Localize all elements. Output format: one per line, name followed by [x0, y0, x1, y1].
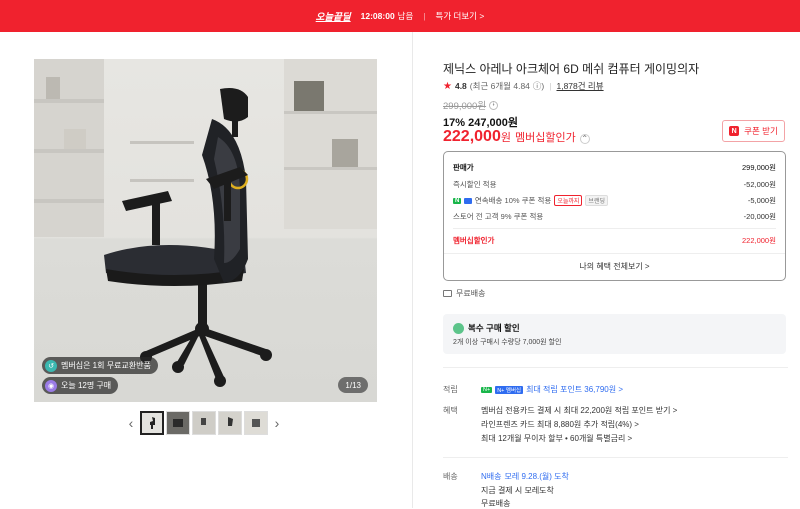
membership-badge: N+ 멤버십: [495, 385, 524, 394]
plus-badge: +: [464, 197, 472, 204]
price-info-icon[interactable]: i: [489, 100, 499, 110]
price-row-value: 299,000원: [741, 163, 776, 172]
delivery-label: 배송: [443, 472, 458, 481]
price-row-label-group: N + 연속배송 10% 쿠폰 적용 오늘까지 브랜딩: [453, 195, 608, 206]
nplus-badge: N+: [481, 386, 493, 393]
price-row-value: -52,000원: [743, 180, 776, 189]
member-price-value: 222,000: [443, 128, 501, 145]
original-price-value: 299,000원: [443, 101, 487, 112]
divider: [443, 367, 788, 368]
chair-illustration: [34, 59, 377, 387]
price-row-label: 멤버십할인가: [453, 236, 495, 245]
rating-row: ★ 4.8 (최근 6개월 4.84 ⓘ) | 1,878건 리뷰: [443, 80, 604, 92]
benefit-lineFriends-link[interactable]: 라인프렌즈 카드 최대 8,880원 추가 적립(4%) >: [481, 419, 639, 430]
reviews-link[interactable]: 1,878건 리뷰: [556, 80, 603, 92]
discount-icon: [453, 322, 464, 334]
rating-divider: |: [549, 81, 552, 91]
more-deals-link[interactable]: 특가 더보기 >: [436, 10, 485, 22]
free-return-text: 멤버십은 1회 무료교환반품: [61, 361, 151, 370]
price-row-store-coupon: 스토어 전 고객 9% 쿠폰 적용 -20,000원: [453, 211, 776, 222]
price-row-label: 연속배송 10% 쿠폰 적용: [474, 196, 552, 205]
today-only-tag: 오늘까지: [554, 195, 583, 206]
thumbnail[interactable]: [192, 411, 216, 435]
price-row-label: 즉시할인 적용: [453, 180, 497, 189]
cart-icon: ◉: [45, 379, 57, 392]
member-price-row[interactable]: 222,000원 멤버십할인가 ⌃: [443, 128, 590, 146]
benefit-installment-link[interactable]: 최대 12개월 무이자 할부 • 60개월 특별금리 >: [481, 433, 632, 444]
price-row-value: -5,000원: [747, 196, 776, 205]
deal-label: 오늘끝딜: [315, 12, 351, 23]
delivery-free: 무료배송: [481, 499, 511, 508]
column-divider: [412, 32, 413, 508]
price-row-list: 판매가 299,000원: [453, 162, 776, 173]
points-link[interactable]: N+ N+ 멤버십 최대 적립 포인트 36,790원 >: [481, 384, 623, 395]
image-counter: 1/13: [338, 377, 368, 393]
recent-rating: (최근 6개월 4.84: [469, 81, 530, 91]
multi-buy-box: 복수 구매 할인 2개 이상 구매시 수량당 7,000원 할인: [443, 314, 786, 354]
naver-n-icon: N: [729, 126, 740, 136]
free-shipping-row: 무료배송: [443, 288, 485, 299]
arrival-date: 모레 9.28.(월) 도착: [504, 472, 569, 481]
price-row-value: -20,000원: [743, 212, 776, 221]
nplus-badge: N: [453, 197, 462, 204]
multi-buy-desc: 2개 이상 구매시 수량당 7,000원 할인: [453, 339, 562, 346]
deal-banner[interactable]: 오늘끝딜 12:08:00 남음 | 특가 더보기 >: [0, 0, 800, 32]
star-icon: ★: [443, 80, 452, 92]
member-price-unit: 원: [500, 132, 511, 144]
product-image[interactable]: ↺ 멤버십은 1회 무료교환반품 ◉ 오늘 12명 구매 1/13: [34, 59, 377, 402]
delivery-arrival: N배송 모레 9.28.(월) 도착: [481, 471, 569, 482]
points-value: 최대 적립 포인트 36,790원 >: [526, 385, 624, 394]
benefit-card-link[interactable]: 멤버십 전용카드 결제 시 최대 22,200원 적립 포인트 받기 >: [481, 405, 677, 416]
price-row-coupon: N + 연속배송 10% 쿠폰 적용 오늘까지 브랜딩 -5,000원: [453, 195, 776, 206]
member-price-amount: 222,000원: [443, 128, 511, 146]
rating-score: 4.8: [454, 81, 467, 91]
price-breakdown-box: 판매가 299,000원 즉시할인 적용 -52,000원 N + 연속배송 10…: [443, 151, 786, 281]
prev-thumb-arrow-icon[interactable]: ‹: [124, 415, 138, 431]
price-row-instant: 즉시할인 적용 -52,000원: [453, 179, 776, 190]
price-row-label: 스토어 전 고객 9% 쿠폰 적용: [453, 212, 544, 221]
original-price: 299,000원 i: [443, 98, 499, 112]
thumbnail-strip: ‹ ›: [124, 410, 284, 436]
get-coupon-button[interactable]: N 쿠폰 받기: [722, 120, 785, 142]
recent-rating-close: ): [541, 81, 545, 91]
divider: [444, 253, 785, 254]
member-price-label: 멤버십할인가: [514, 132, 576, 144]
thumbnail[interactable]: [140, 411, 164, 435]
divider: [443, 457, 788, 458]
banner-divider: |: [423, 11, 426, 21]
thumbnail[interactable]: [218, 411, 242, 435]
divider: [453, 228, 776, 229]
chevron-up-icon[interactable]: ⌃: [579, 133, 590, 144]
multi-buy-title-row: 복수 구매 할인: [453, 322, 520, 334]
truck-icon: [443, 290, 452, 297]
delivery-note: 지금 결제 시 모레도착: [481, 486, 554, 495]
price-row-value: 222,000원: [741, 236, 776, 245]
info-icon[interactable]: ⓘ: [533, 80, 542, 92]
points-label: 적립: [443, 385, 458, 394]
free-return-badge: ↺ 멤버십은 1회 무료교환반품: [42, 357, 158, 374]
multi-buy-title: 복수 구매 할인: [468, 323, 520, 333]
all-benefits-link[interactable]: 나의 혜택 전체보기 >: [444, 261, 785, 272]
branding-tag: 브랜딩: [585, 195, 608, 206]
price-row-total: 멤버십할인가 222,000원: [453, 235, 776, 246]
next-thumb-arrow-icon[interactable]: ›: [270, 415, 284, 431]
thumbnail[interactable]: [166, 411, 190, 435]
deal-timer: 12:08:00: [360, 11, 395, 21]
purchase-count-badge: ◉ 오늘 12명 구매: [42, 377, 119, 394]
deal-remaining: 남음: [397, 11, 414, 21]
membership-icon: ↺: [45, 359, 57, 372]
thumbnail[interactable]: [244, 411, 268, 435]
benefits-label: 혜택: [443, 406, 458, 415]
product-title: 제닉스 아레나 아크체어 6D 메쉬 컴퓨터 게이밍의자: [443, 62, 700, 76]
free-shipping-text: 무료배송: [456, 289, 486, 298]
price-row-label: 판매가: [453, 163, 474, 172]
purchase-count-text: 오늘 12명 구매: [61, 381, 112, 390]
n-delivery-badge: N배송: [481, 472, 502, 481]
get-coupon-label: 쿠폰 받기: [744, 126, 778, 136]
